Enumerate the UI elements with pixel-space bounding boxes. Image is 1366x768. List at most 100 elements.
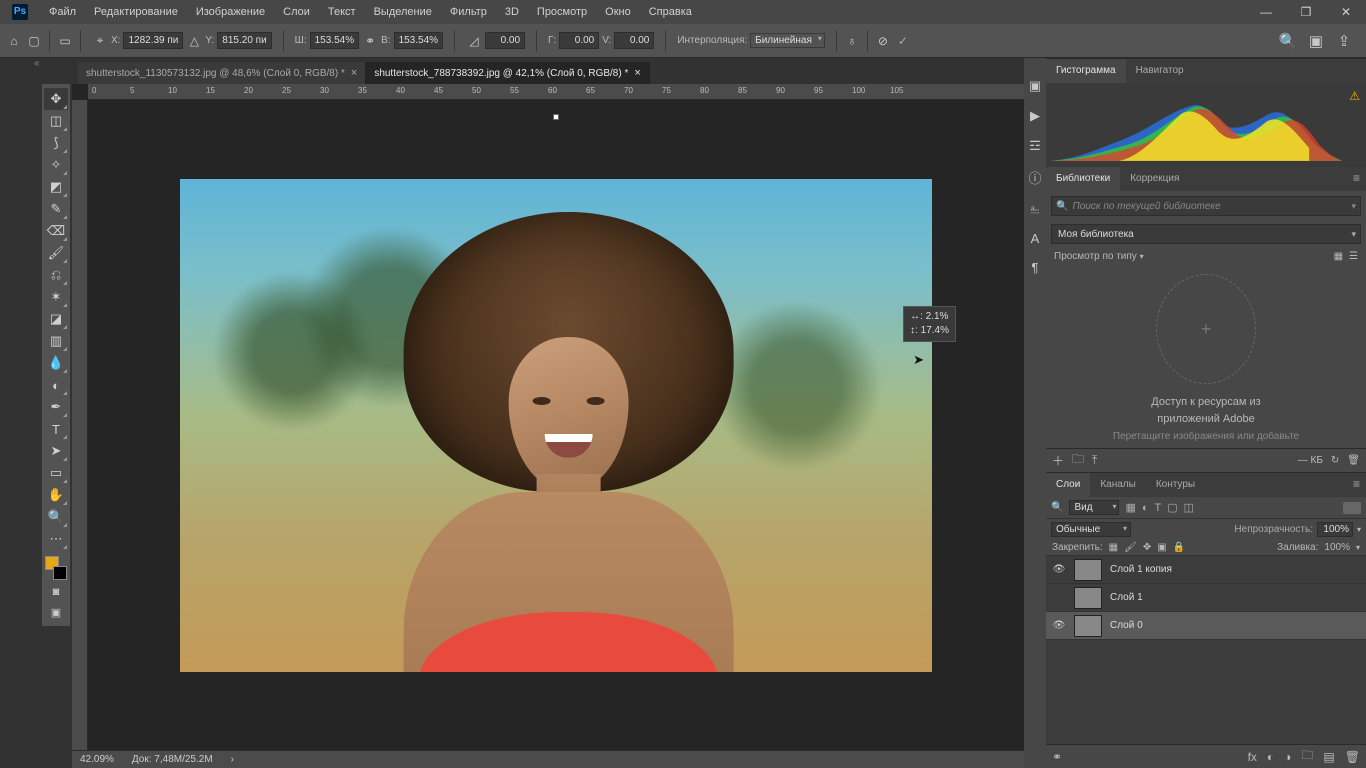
- zoom-tool[interactable]: 🔍: [44, 506, 68, 528]
- info-panel-icon[interactable]: ⓘ: [1028, 168, 1041, 187]
- layer-name[interactable]: Слой 0: [1110, 620, 1143, 631]
- filter-type-icon[interactable]: T: [1155, 502, 1162, 514]
- character-panel-icon[interactable]: ⎁: [1030, 201, 1040, 217]
- trash-icon[interactable]: 🗑: [1345, 750, 1360, 764]
- lock-position-icon[interactable]: ✥: [1143, 542, 1151, 553]
- brush-tool[interactable]: 🖌: [44, 242, 68, 264]
- opacity-value[interactable]: 100%: [1317, 522, 1353, 537]
- chevron-down-icon[interactable]: ▾: [1351, 201, 1356, 212]
- quick-mask-toggle[interactable]: ◙: [44, 582, 68, 602]
- library-view-mode[interactable]: Просмотр по типу ▾: [1054, 251, 1144, 262]
- zoom-level[interactable]: 42.09%: [80, 754, 114, 765]
- document-tab-2[interactable]: shutterstock_788738392.jpg @ 42,1% (Слой…: [366, 62, 649, 84]
- window-close[interactable]: ✕: [1326, 0, 1366, 24]
- menu-image[interactable]: Изображение: [187, 0, 274, 24]
- search-icon[interactable]: 🔍: [1280, 33, 1296, 49]
- angle-value[interactable]: 0.00: [485, 32, 525, 49]
- menu-window[interactable]: Окно: [596, 0, 640, 24]
- type-tool[interactable]: T: [44, 418, 68, 440]
- layer-row[interactable]: 👁Слой 0: [1046, 612, 1366, 640]
- color-swatches[interactable]: [43, 554, 69, 582]
- layer-name[interactable]: Слой 1 копия: [1110, 564, 1172, 575]
- canvas[interactable]: ↔: 2.1% ↕: 17.4% ➤: [88, 100, 1024, 750]
- warning-icon[interactable]: ⚠: [1349, 89, 1360, 103]
- background-color[interactable]: [53, 566, 67, 580]
- link-layers-icon[interactable]: ⚭: [1052, 750, 1062, 764]
- library-drop-zone[interactable]: +: [1156, 274, 1256, 384]
- grid-view-icon[interactable]: ▦: [1334, 251, 1343, 262]
- link-icon[interactable]: ⚭: [362, 33, 378, 49]
- path-select-tool[interactable]: ➤: [44, 440, 68, 462]
- screen-mode-toggle[interactable]: ▣: [44, 602, 68, 622]
- warp-icon[interactable]: ♁: [844, 33, 860, 49]
- paragraph-panel-icon[interactable]: A: [1031, 231, 1040, 246]
- transform-preset-icon[interactable]: ▭: [57, 33, 73, 49]
- sync-icon[interactable]: ↻: [1331, 455, 1339, 466]
- lock-artboard-icon[interactable]: ▣: [1157, 542, 1166, 553]
- clone-tool[interactable]: ⎌: [44, 264, 68, 286]
- window-maximize[interactable]: ❐: [1286, 0, 1326, 24]
- mask-icon[interactable]: ◐: [1267, 750, 1274, 764]
- x-value[interactable]: 1282.39 пи: [123, 32, 183, 49]
- layer-filter-kind[interactable]: Вид: [1069, 500, 1119, 515]
- actions-panel-icon[interactable]: ▶: [1030, 108, 1040, 124]
- magic-wand-tool[interactable]: ✧: [44, 154, 68, 176]
- blend-mode-select[interactable]: Обычные: [1051, 522, 1131, 537]
- menu-file[interactable]: Файл: [40, 0, 85, 24]
- pen-tool[interactable]: ✒: [44, 396, 68, 418]
- fx-icon[interactable]: fx: [1248, 750, 1257, 764]
- menu-text[interactable]: Текст: [319, 0, 365, 24]
- tab-libraries[interactable]: Библиотеки: [1046, 167, 1120, 191]
- tab-paths[interactable]: Контуры: [1146, 473, 1205, 497]
- cancel-transform-icon[interactable]: ⊘: [875, 33, 891, 49]
- adjustment-layer-icon[interactable]: ◑: [1284, 750, 1291, 764]
- layer-thumbnail[interactable]: [1074, 587, 1102, 609]
- collapse-toolbox-icon[interactable]: «: [34, 58, 40, 69]
- trash-icon[interactable]: 🗑: [1347, 455, 1360, 466]
- properties-panel-icon[interactable]: ☲: [1029, 138, 1041, 154]
- marquee-tool[interactable]: ◫: [44, 110, 68, 132]
- fill-value[interactable]: 100%: [1324, 542, 1350, 553]
- gradient-tool[interactable]: ▥: [44, 330, 68, 352]
- filter-shape-icon[interactable]: ▢: [1167, 501, 1177, 514]
- hskew-value[interactable]: 0.00: [559, 32, 599, 49]
- menu-filter[interactable]: Фильтр: [441, 0, 496, 24]
- lock-pixels-icon[interactable]: 🖌: [1124, 542, 1137, 553]
- chevron-down-icon[interactable]: ▾: [1356, 543, 1360, 552]
- visibility-icon[interactable]: 👁: [1052, 564, 1066, 575]
- transform-handle-top[interactable]: [553, 114, 559, 120]
- ruler-vertical[interactable]: [72, 100, 88, 750]
- document-image[interactable]: [180, 179, 932, 672]
- layer-thumbnail[interactable]: [1074, 615, 1102, 637]
- commit-transform-icon[interactable]: ✓: [895, 33, 911, 49]
- window-minimize[interactable]: —: [1246, 0, 1286, 24]
- w-value[interactable]: 153.54%: [310, 32, 359, 49]
- chevron-down-icon[interactable]: ▾: [1357, 525, 1361, 534]
- tab-adjustments[interactable]: Коррекция: [1120, 167, 1189, 191]
- interp-select[interactable]: Билинейная: [750, 33, 825, 48]
- status-more-icon[interactable]: ›: [231, 754, 234, 765]
- upload-icon[interactable]: ⤒: [1092, 453, 1097, 468]
- layer-row[interactable]: Слой 1: [1046, 584, 1366, 612]
- menu-select[interactable]: Выделение: [365, 0, 441, 24]
- add-icon[interactable]: ＋: [1052, 452, 1064, 469]
- reference-point-icon[interactable]: ▢: [26, 33, 42, 49]
- list-view-icon[interactable]: ☰: [1349, 251, 1358, 262]
- menu-edit[interactable]: Редактирование: [85, 0, 187, 24]
- layer-row[interactable]: 👁 Слой 1 копия: [1046, 556, 1366, 584]
- menu-layers[interactable]: Слои: [274, 0, 319, 24]
- new-layer-icon[interactable]: ▤: [1323, 750, 1334, 764]
- filter-toggle[interactable]: [1343, 502, 1361, 514]
- group-icon[interactable]: 🗀: [1301, 746, 1313, 767]
- menu-3d[interactable]: 3D: [496, 0, 528, 24]
- vskew-value[interactable]: 0.00: [614, 32, 654, 49]
- library-select[interactable]: Моя библиотека▾: [1051, 224, 1361, 244]
- edit-toolbar[interactable]: ⋯: [44, 528, 68, 550]
- y-value[interactable]: 815.20 пи: [217, 32, 271, 49]
- filter-smart-icon[interactable]: ◫: [1184, 501, 1194, 514]
- blur-tool[interactable]: 💧: [44, 352, 68, 374]
- dodge-tool[interactable]: ◐: [44, 374, 68, 396]
- lock-all-icon[interactable]: 🔒: [1173, 542, 1185, 553]
- ruler-horizontal[interactable]: 0510152025303540455055606570758085909510…: [88, 84, 1024, 100]
- glyphs-panel-icon[interactable]: ¶: [1032, 260, 1039, 275]
